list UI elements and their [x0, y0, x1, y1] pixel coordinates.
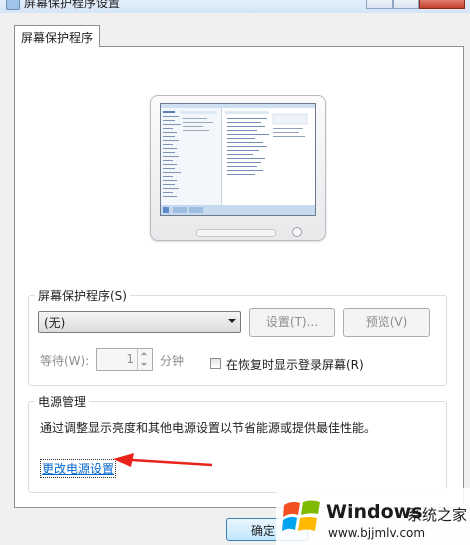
watermark-suffix: 系统之家 [407, 506, 468, 524]
preview-screen [160, 103, 316, 216]
power-group-label: 电源管理 [35, 393, 90, 410]
wait-label: 等待(W): [40, 354, 90, 368]
power-group [28, 401, 447, 493]
resume-label: 在恢复时显示登录屏幕(R) [226, 358, 364, 372]
monitor-power-button [292, 227, 302, 237]
monitor-slot [196, 229, 276, 237]
watermark-url: www.bjjmlv.com [328, 526, 426, 540]
change-power-settings-link[interactable]: 更改电源设置 [40, 459, 117, 478]
red-arrow-annotation [113, 453, 213, 467]
minutes-label: 分钟 [160, 354, 185, 368]
arrow-up-icon [141, 352, 147, 355]
settings-button[interactable]: 设置(T)... [249, 308, 335, 337]
arrow-down-icon [141, 363, 147, 366]
resume-checkbox[interactable] [210, 358, 221, 369]
window-title: 屏幕保护程序设置 [24, 0, 121, 10]
watermark: Windows 系统之家 www.bjjmlv.com [276, 488, 470, 545]
stepper-buttons[interactable] [137, 349, 152, 370]
maximize-button[interactable] [393, 0, 419, 9]
tab-screensaver[interactable]: 屏幕保护程序 [14, 25, 100, 47]
minimize-button[interactable] [366, 0, 393, 9]
windows-logo-icon [282, 500, 320, 531]
screensaver-select[interactable]: (无) [38, 311, 241, 333]
title-bar: 屏幕保护程序设置 [0, 0, 470, 13]
chevron-down-icon [228, 319, 236, 323]
wait-value: 1 [126, 352, 134, 366]
wait-minutes-stepper[interactable]: 1 [96, 348, 153, 371]
preview-button[interactable]: 预览(V) [343, 308, 430, 337]
screensaver-select-value: (无) [44, 316, 66, 330]
power-description: 通过调整显示亮度和其他电源设置以节省能源或提供最佳性能。 [40, 421, 377, 435]
close-button[interactable] [419, 0, 465, 9]
screensaver-group-label: 屏幕保护程序(S) [35, 287, 130, 304]
app-icon [6, 0, 20, 10]
desktop-thumbnail [161, 104, 315, 215]
